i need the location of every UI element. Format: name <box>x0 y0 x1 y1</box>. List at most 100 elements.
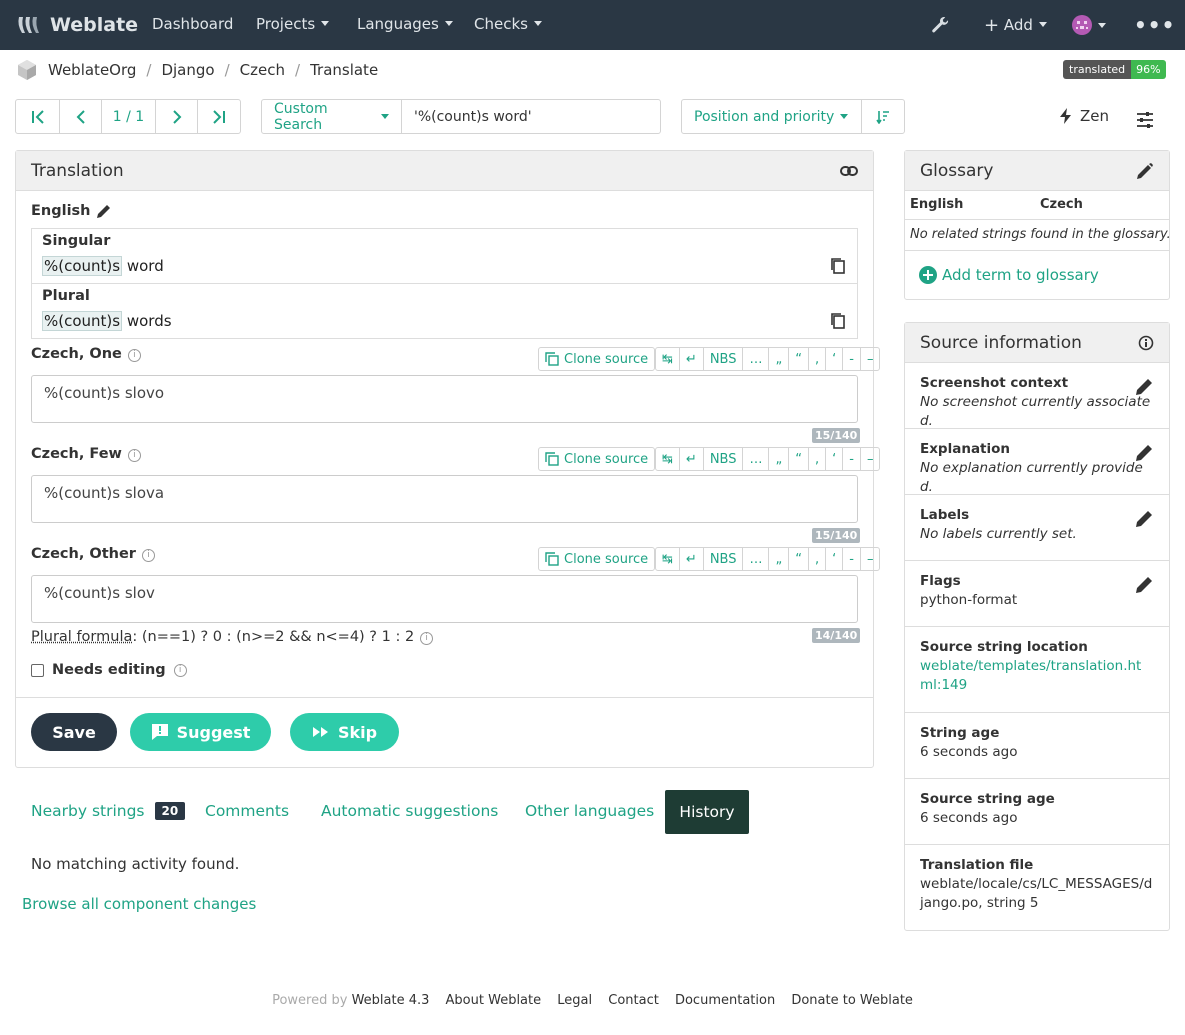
special-char-button[interactable]: - <box>843 448 861 470</box>
translation-textarea[interactable]: %(count)s slovo <box>31 375 858 423</box>
info-icon[interactable]: i <box>173 663 187 677</box>
special-char-button[interactable]: ↹ <box>656 448 680 470</box>
badge-label: translated <box>1063 60 1132 79</box>
copy-icon[interactable] <box>830 312 846 330</box>
nav-projects[interactable]: Projects <box>256 15 329 33</box>
special-char-button[interactable]: – <box>861 448 880 470</box>
last-button[interactable] <box>198 100 240 133</box>
clone-source-button[interactable]: Clone source <box>538 447 656 471</box>
tab-automatic-suggestions[interactable]: Automatic suggestions <box>321 802 498 820</box>
special-char-button[interactable]: - <box>843 348 861 370</box>
breadcrumb-component[interactable]: Django <box>161 61 214 79</box>
tab-other-languages[interactable]: Other languages <box>525 802 654 820</box>
footer-documentation-link[interactable]: Documentation <box>675 993 775 1008</box>
special-char-button[interactable]: , <box>809 448 827 470</box>
special-char-button[interactable]: NBS <box>704 448 744 470</box>
breadcrumb-separator: / <box>146 61 152 79</box>
special-char-button[interactable]: , <box>809 548 827 570</box>
pencil-icon[interactable] <box>1134 377 1154 397</box>
needs-editing-checkbox[interactable] <box>31 663 44 677</box>
nav-languages[interactable]: Languages <box>357 15 453 33</box>
special-char-button[interactable]: „ <box>769 548 790 570</box>
search-mode-dropdown[interactable]: Custom Search <box>262 100 402 133</box>
special-char-button[interactable]: „ <box>769 448 790 470</box>
translation-textarea[interactable]: %(count)s slov <box>31 575 858 623</box>
special-char-button[interactable]: “ <box>789 448 809 470</box>
info-icon[interactable]: i <box>127 349 141 362</box>
browse-changes-link[interactable]: Browse all component changes <box>22 895 256 913</box>
clone-source-button[interactable]: Clone source <box>538 347 656 371</box>
zen-button[interactable]: Zen <box>1060 107 1109 125</box>
settings-sliders-icon[interactable] <box>1136 111 1154 129</box>
search-input[interactable]: '%(count)s word' <box>402 100 660 133</box>
special-char-button[interactable]: , <box>809 348 827 370</box>
save-button[interactable]: Save <box>31 713 117 751</box>
add-menu[interactable]: + Add <box>984 15 1047 36</box>
nav-dashboard[interactable]: Dashboard <box>152 15 233 33</box>
footer-about-link[interactable]: About Weblate <box>446 993 542 1008</box>
special-char-button[interactable]: ↹ <box>656 548 680 570</box>
zen-label: Zen <box>1080 107 1110 125</box>
special-char-button[interactable]: - <box>843 548 861 570</box>
translation-textarea[interactable]: %(count)s slova <box>31 475 858 523</box>
special-char-button[interactable]: NBS <box>704 548 744 570</box>
nav-checks[interactable]: Checks <box>474 15 542 33</box>
skip-button[interactable]: Skip <box>290 713 399 751</box>
wrench-icon[interactable] <box>930 15 950 35</box>
special-char-button[interactable]: „ <box>769 348 790 370</box>
special-char-button[interactable]: ‘ <box>826 548 844 570</box>
brand-logo[interactable]: Weblate <box>16 12 138 38</box>
special-char-button[interactable]: “ <box>789 548 809 570</box>
singular-label: Singular <box>42 233 111 249</box>
info-icon[interactable]: i <box>127 449 141 462</box>
copy-icon[interactable] <box>830 257 846 275</box>
first-button[interactable] <box>16 100 60 133</box>
footer-legal-link[interactable]: Legal <box>557 993 592 1008</box>
add-term-link[interactable]: Add term to glossary <box>918 265 1099 285</box>
special-char-button[interactable]: … <box>743 348 770 370</box>
info-icon[interactable]: i <box>141 549 155 562</box>
special-char-button[interactable]: “ <box>789 348 809 370</box>
special-char-button[interactable]: ↵ <box>680 348 704 370</box>
special-char-button[interactable]: ↹ <box>656 348 680 370</box>
special-char-button[interactable]: ‘ <box>826 448 844 470</box>
info-icon[interactable]: i <box>420 632 434 645</box>
translation-status-badge[interactable]: translated 96% <box>1063 60 1166 79</box>
pencil-icon[interactable] <box>1134 575 1154 595</box>
special-char-button[interactable]: … <box>743 548 770 570</box>
special-char-button[interactable]: ↵ <box>680 548 704 570</box>
footer-contact-link[interactable]: Contact <box>608 993 659 1008</box>
source-info-row: Screenshot context No screenshot current… <box>905 363 1169 429</box>
source-info-row-value: weblate/locale/cs/LC_MESSAGES/django.po,… <box>920 876 1153 911</box>
pencil-icon[interactable] <box>1134 443 1154 463</box>
special-char-button[interactable]: ‘ <box>826 348 844 370</box>
info-circle-icon[interactable] <box>1138 335 1154 351</box>
tab-comments[interactable]: Comments <box>205 802 289 820</box>
sort-group: Position and priority <box>681 99 905 134</box>
footer-version-link[interactable]: Weblate 4.3 <box>352 993 430 1008</box>
source-info-row-value[interactable]: weblate/templates/translation.html:149 <box>920 657 1154 695</box>
add-menu-label: Add <box>1003 16 1033 34</box>
suggest-button[interactable]: Suggest <box>130 713 271 751</box>
user-menu[interactable] <box>1072 15 1106 35</box>
next-button[interactable] <box>156 100 198 133</box>
breadcrumb-project[interactable]: WeblateOrg <box>48 61 136 79</box>
sort-direction-button[interactable] <box>862 100 904 133</box>
pencil-icon[interactable] <box>1136 162 1154 180</box>
more-menu-icon[interactable]: ••• <box>1134 13 1175 37</box>
breadcrumb-language[interactable]: Czech <box>240 61 285 79</box>
link-icon[interactable] <box>840 164 858 178</box>
footer-donate-link[interactable]: Donate to Weblate <box>791 993 913 1008</box>
special-char-button[interactable]: … <box>743 448 770 470</box>
special-char-button[interactable]: ↵ <box>680 448 704 470</box>
tab-nearby-strings[interactable]: Nearby strings 20 <box>31 802 186 820</box>
special-char-button[interactable]: – <box>861 348 880 370</box>
special-char-button[interactable]: – <box>861 548 880 570</box>
clone-source-button[interactable]: Clone source <box>538 547 656 571</box>
sort-dropdown[interactable]: Position and priority <box>682 100 862 133</box>
previous-button[interactable] <box>60 100 102 133</box>
special-char-button[interactable]: NBS <box>704 348 744 370</box>
tab-history[interactable]: History <box>665 790 749 834</box>
pencil-icon[interactable] <box>1134 509 1154 529</box>
pencil-icon[interactable] <box>95 202 113 220</box>
